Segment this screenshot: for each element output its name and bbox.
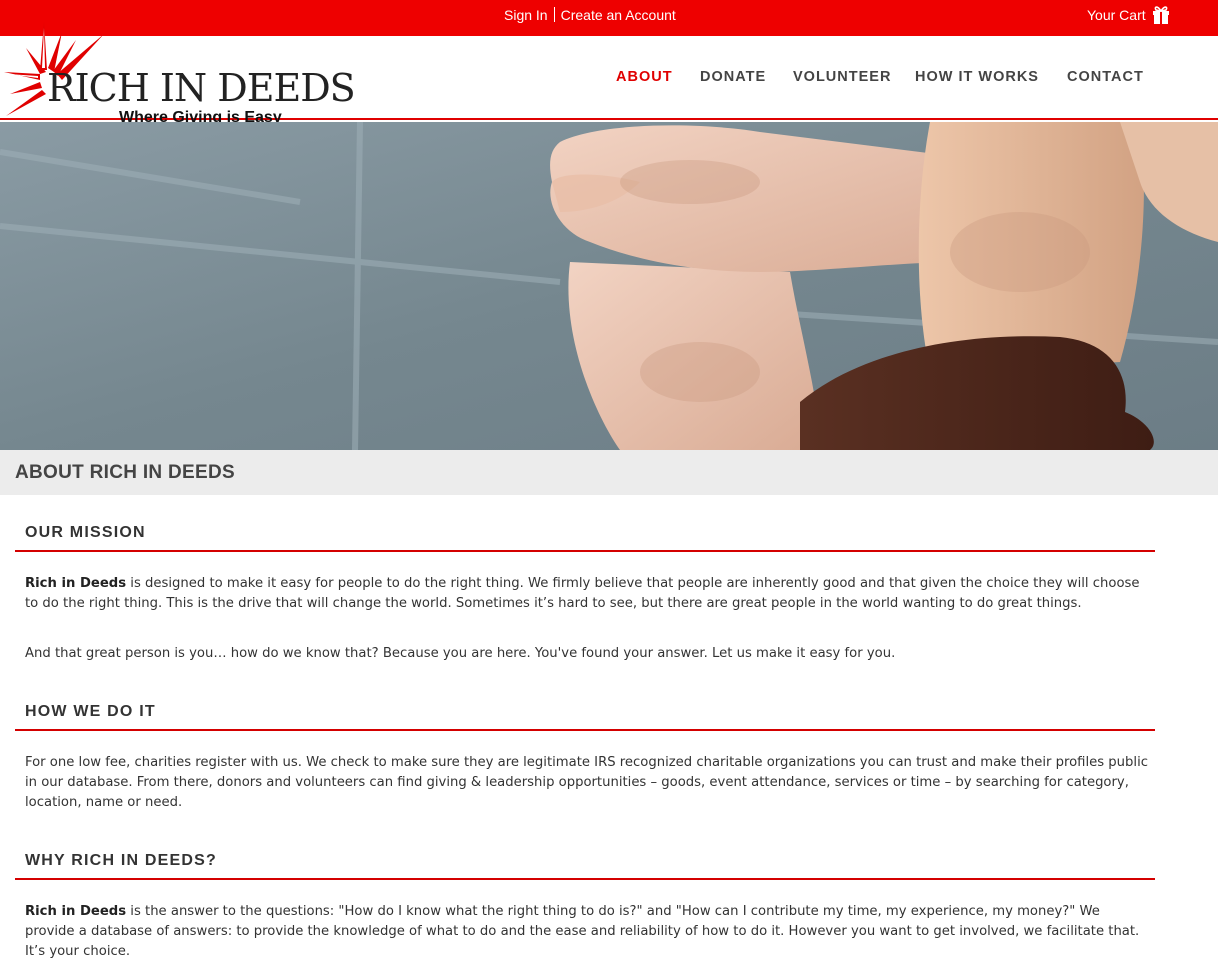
site-header: RICH IN DEEDS Where Giving is Easy ABOUT… xyxy=(0,22,1218,126)
sign-in-link[interactable]: Sign In xyxy=(504,7,548,23)
brand-name: Rich in Deeds xyxy=(25,904,127,919)
brand-name: Rich in Deeds xyxy=(25,576,127,591)
hero-image xyxy=(0,122,1218,450)
nav-volunteer[interactable]: VOLUNTEER xyxy=(793,69,891,85)
nav-donate[interactable]: DONATE xyxy=(700,69,766,85)
cart-link[interactable]: Your Cart xyxy=(1087,7,1146,23)
paragraph-text: is the answer to the questions: "How do … xyxy=(25,904,1140,959)
section-title-why-rich-in-deeds: WHY RICH IN DEEDS? xyxy=(15,852,1155,880)
nav-about[interactable]: ABOUT xyxy=(616,69,673,85)
page-heading-band: ABOUT RICH IN DEEDS xyxy=(0,450,1218,495)
why-paragraph-1: Rich in Deeds is the answer to the quest… xyxy=(25,902,1150,962)
create-account-link[interactable]: Create an Account xyxy=(561,7,676,23)
link-separator xyxy=(553,7,555,22)
main-nav: ABOUT DONATE VOLUNTEER HOW IT WORKS CONT… xyxy=(0,69,1218,89)
gift-icon[interactable] xyxy=(1152,3,1170,25)
section-title-how-we-do-it: HOW WE DO IT xyxy=(15,703,1155,731)
account-links: Sign In Create an Account xyxy=(504,7,676,23)
site-logo[interactable]: RICH IN DEEDS Where Giving is Easy xyxy=(0,10,360,126)
nav-contact[interactable]: CONTACT xyxy=(1067,69,1144,85)
mission-paragraph-2: And that great person is you… how do we … xyxy=(25,644,1150,664)
mission-paragraph-1: Rich in Deeds is designed to make it eas… xyxy=(25,574,1150,614)
nav-how-it-works[interactable]: HOW IT WORKS xyxy=(915,69,1039,85)
paragraph-text: For one low fee, charities register with… xyxy=(25,755,1148,810)
paragraph-text: is designed to make it easy for people t… xyxy=(25,576,1140,611)
paragraph-text: And that great person is you… how do we … xyxy=(25,646,896,661)
how-paragraph-1: For one low fee, charities register with… xyxy=(25,753,1150,813)
page-title: ABOUT RICH IN DEEDS xyxy=(15,462,235,483)
hero-hands-illustration xyxy=(0,122,1218,450)
section-title-our-mission: OUR MISSION xyxy=(15,524,1155,552)
